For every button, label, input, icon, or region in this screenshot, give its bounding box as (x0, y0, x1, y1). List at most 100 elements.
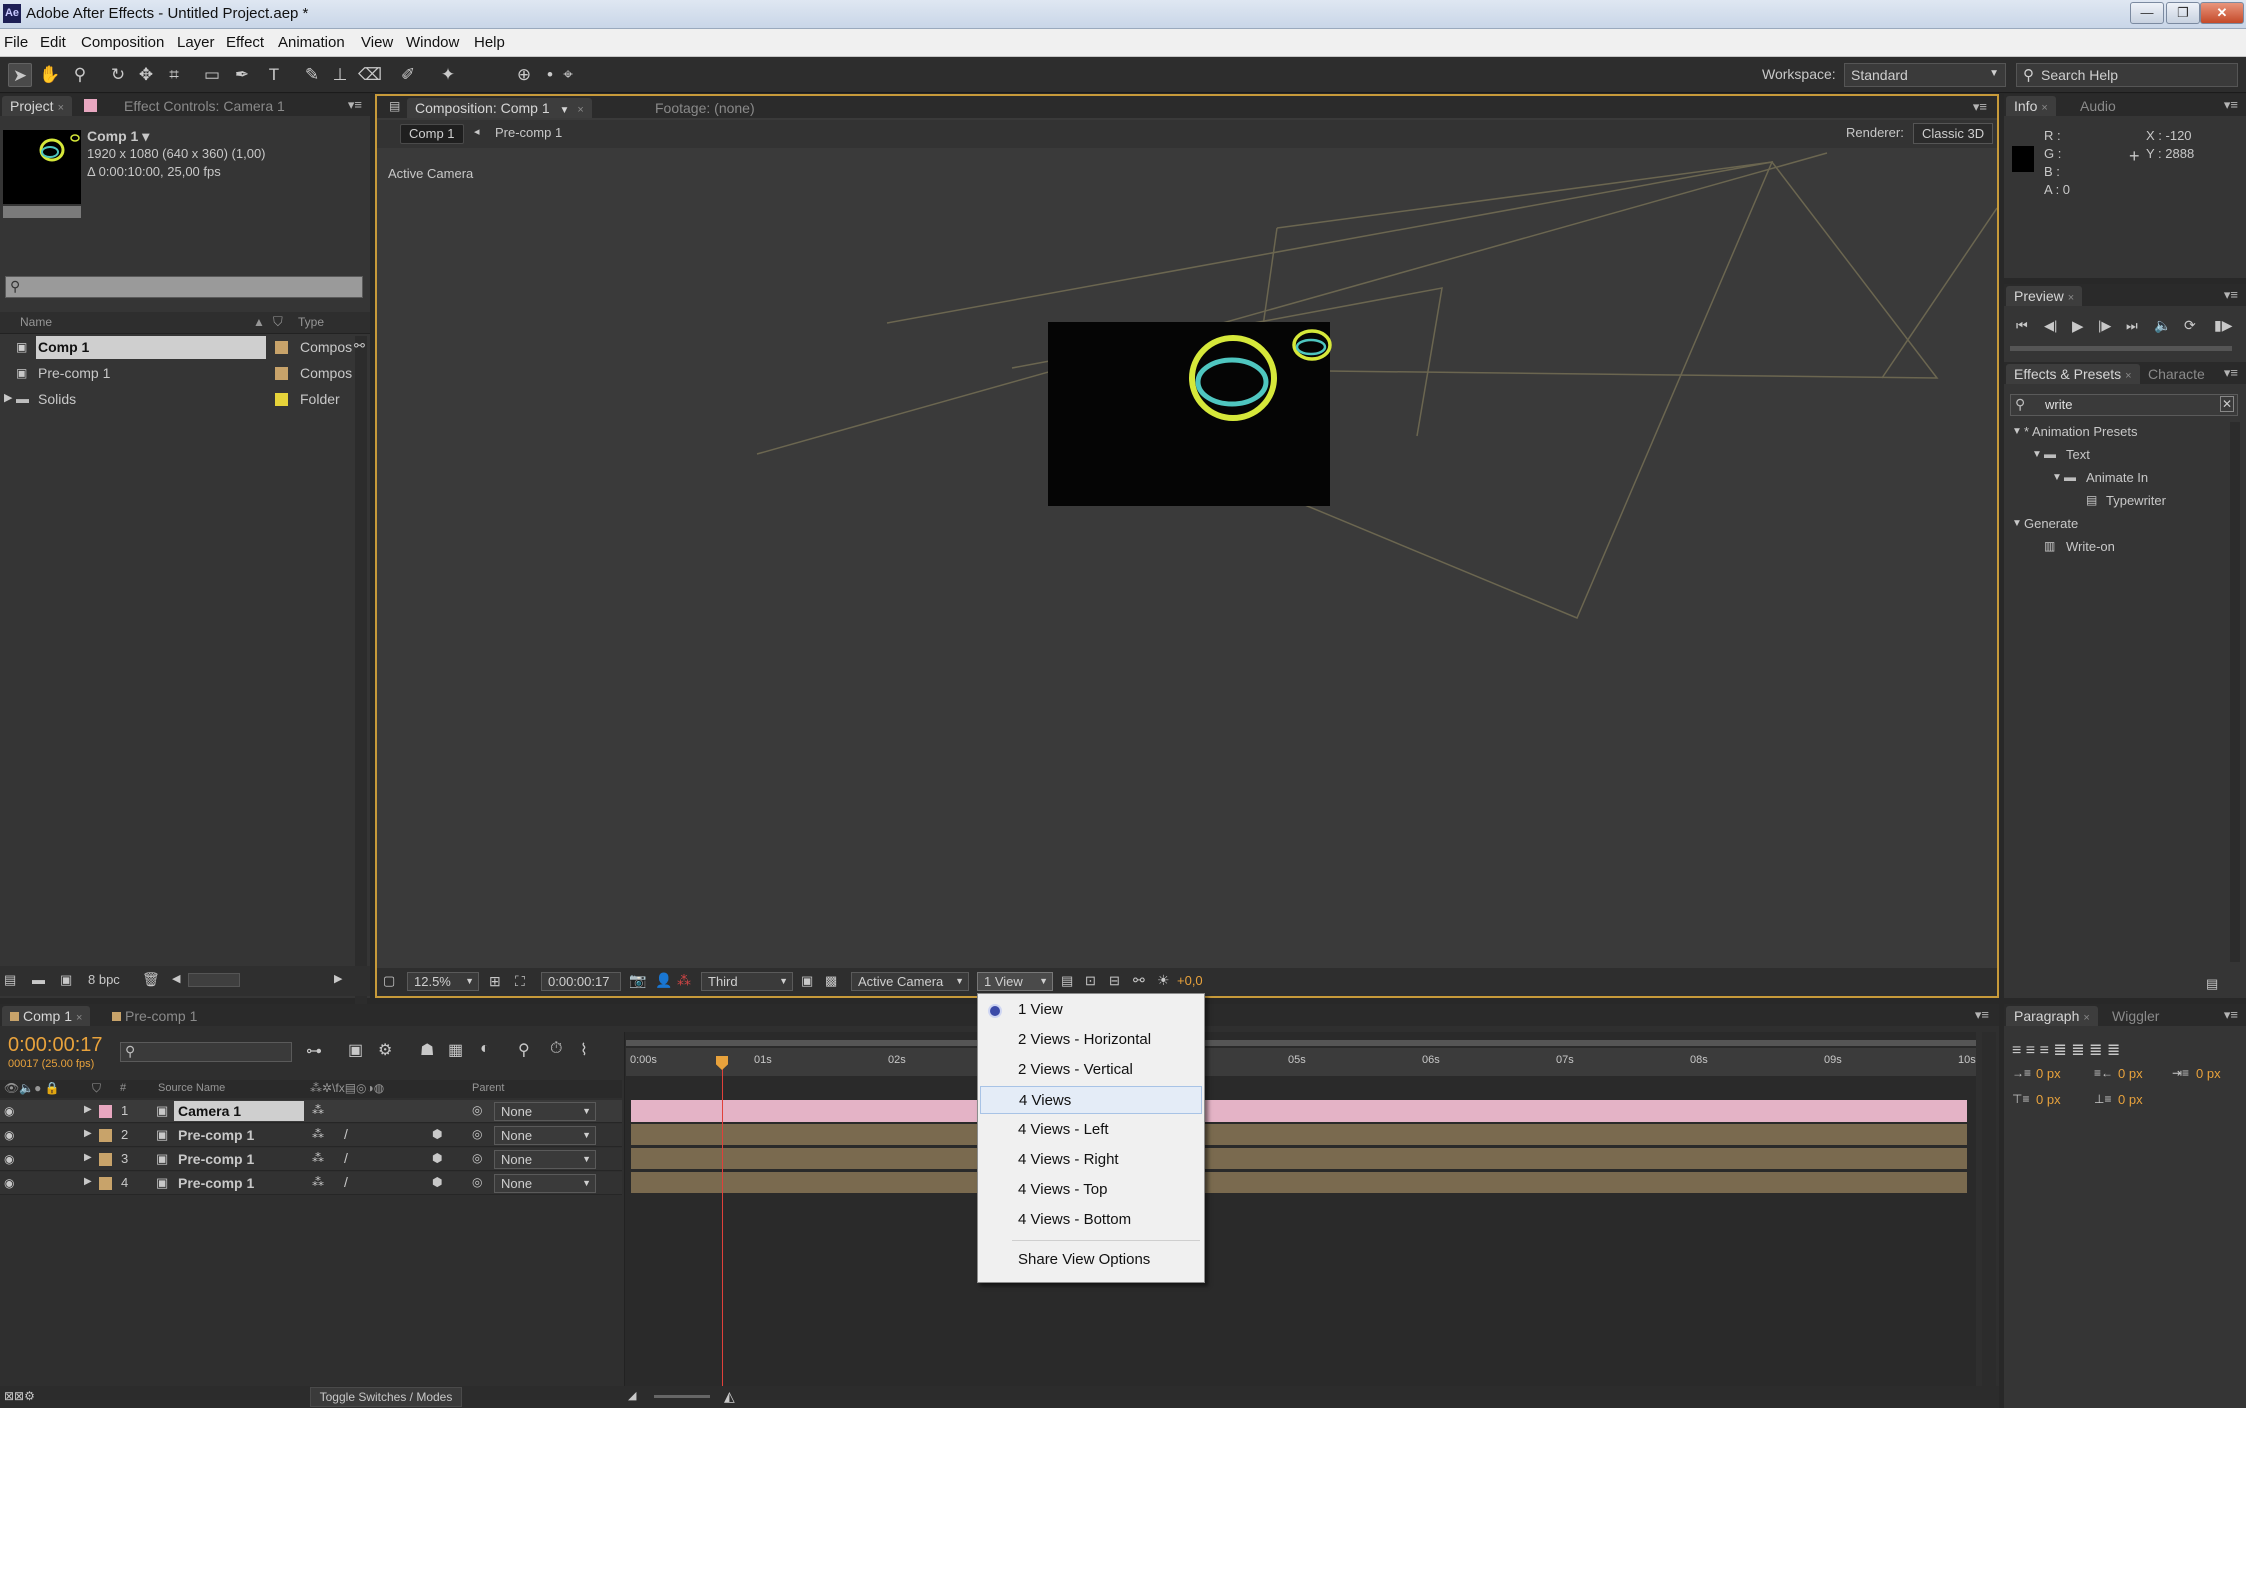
column-source-name[interactable]: Source Name (158, 1082, 225, 1094)
timeline-timecode[interactable]: 0:00:00:17 (8, 1034, 103, 1057)
play-icon[interactable]: ▶ (2072, 317, 2084, 335)
pan-behind-tool-icon[interactable]: ⌗ (162, 63, 186, 87)
expand-switches-icon[interactable]: ⊠⊠⚙ (4, 1389, 35, 1403)
menu-view[interactable]: View (361, 34, 393, 51)
frame-blending-icon[interactable]: ▦ (448, 1040, 463, 1060)
timeline-search-input[interactable]: ⚲ (120, 1042, 292, 1062)
fast-previews-icon[interactable]: ⊡ (1085, 973, 1096, 989)
disclosure-triangle-icon[interactable]: ▼ (2032, 449, 2042, 460)
zoom-in-icon[interactable]: ◭ (724, 1388, 735, 1405)
motion-blur-icon[interactable]: ◐ (480, 1040, 490, 1058)
tab-timeline-precomp[interactable]: Pre-comp 1 (104, 1006, 205, 1026)
menu-item-2-views-horizontal[interactable]: 2 Views - Horizontal (980, 1026, 1202, 1054)
zoom-slider[interactable] (654, 1395, 710, 1398)
layer-label-swatch[interactable] (99, 1105, 112, 1118)
current-time-display[interactable]: 0:00:00:17 (541, 972, 621, 991)
timeline-icon[interactable]: ⊟ (1109, 973, 1120, 989)
menu-item-4-views-bottom[interactable]: 4 Views - Bottom (980, 1206, 1202, 1234)
shy-switch-icon[interactable]: ⁂ (312, 1151, 324, 1165)
view-axis-icon[interactable]: ⌖ (556, 63, 580, 87)
workspace-select[interactable]: Standard ▼ (1844, 63, 2006, 87)
zoom-tool-icon[interactable]: ⚲ (68, 63, 92, 87)
panel-menu-icon[interactable]: ▾≡ (1973, 99, 1987, 115)
tab-effects-presets[interactable]: Effects & Presets × (2006, 364, 2140, 384)
project-search-input[interactable]: ⚲ (5, 276, 363, 298)
menu-help[interactable]: Help (474, 34, 505, 51)
close-icon[interactable]: × (2068, 292, 2074, 304)
roto-brush-tool-icon[interactable]: ✐ (396, 63, 420, 87)
panel-menu-icon[interactable]: ▾≡ (2224, 97, 2238, 113)
chevron-down-icon[interactable]: ▼ (560, 105, 570, 116)
effects-scrollbar[interactable] (2230, 422, 2240, 962)
visibility-eye-icon[interactable]: ◉ (4, 1176, 14, 1190)
column-type[interactable]: Type (298, 315, 324, 329)
comp-info-name[interactable]: Comp 1 ▾ (87, 128, 149, 145)
close-icon[interactable]: × (58, 102, 64, 114)
layer-name[interactable]: Pre-comp 1 (178, 1175, 254, 1191)
disclosure-triangle-icon[interactable]: ▶ (84, 1152, 92, 1163)
project-item[interactable]: ▣ Comp 1 Compos (0, 336, 355, 359)
resolution-select[interactable]: Third ▼ (701, 972, 793, 991)
first-frame-icon[interactable]: ⏮ (2016, 318, 2028, 334)
quality-switch-icon[interactable]: / (344, 1174, 348, 1190)
effects-tree-item[interactable]: * Animation Presets (2024, 424, 2137, 439)
loop-icon[interactable]: ⟳ (2184, 317, 2196, 334)
zoom-out-icon[interactable]: ◢ (628, 1389, 636, 1402)
menu-window[interactable]: Window (406, 34, 459, 51)
parent-select[interactable]: None ▼ (494, 1174, 596, 1193)
brainstorm-icon[interactable]: ⏱ (550, 1040, 562, 1058)
clear-search-icon[interactable]: ✕ (2220, 396, 2234, 412)
rectangle-tool-icon[interactable]: ▭ (200, 63, 224, 87)
close-icon[interactable]: × (2125, 370, 2131, 382)
av-features-icon[interactable]: 👁🔈● 🔒 (4, 1081, 60, 1095)
eraser-tool-icon[interactable]: ⌫ (358, 63, 382, 87)
transparency-grid-icon[interactable]: ▩ (825, 973, 837, 989)
new-bin-icon[interactable]: ▤ (2206, 976, 2218, 992)
disclosure-triangle-icon[interactable]: ▶ (84, 1176, 92, 1187)
puppet-tool-icon[interactable]: ✦ (436, 63, 460, 87)
clone-stamp-tool-icon[interactable]: ⊥ (328, 63, 352, 87)
label-color[interactable] (275, 393, 288, 406)
horizontal-scrollbar[interactable] (188, 973, 240, 987)
precomp-layer-bar[interactable] (631, 1148, 1967, 1170)
tab-timeline-comp1[interactable]: Comp 1 × (2, 1006, 91, 1026)
indent-left-value[interactable]: 0 px (2036, 1066, 2061, 1081)
layer-name[interactable]: Pre-comp 1 (178, 1151, 254, 1167)
panel-menu-icon[interactable]: ▾≡ (2224, 287, 2238, 303)
disclosure-triangle-icon[interactable]: ▼ (2052, 472, 2062, 483)
project-scrollbar[interactable] (355, 336, 367, 1056)
hide-shy-layers-icon[interactable]: ☗ (420, 1040, 434, 1060)
snapshot-icon[interactable]: 📷 (629, 972, 646, 989)
label-color[interactable] (275, 341, 288, 354)
column-number[interactable]: # (120, 1082, 126, 1094)
selection-tool-icon[interactable]: ➤ (8, 63, 32, 87)
pick-whip-icon[interactable]: ◎ (472, 1151, 482, 1165)
next-frame-icon[interactable]: |▶ (2098, 318, 2111, 334)
new-folder-icon[interactable]: ▬ (32, 972, 45, 987)
flowchart-icon[interactable]: ⚯ (1133, 972, 1145, 989)
tab-footage[interactable]: Footage: (none) (647, 98, 763, 118)
exposure-value[interactable]: +0,0 (1177, 973, 1203, 988)
layer-label-swatch[interactable] (99, 1153, 112, 1166)
camera-view-select[interactable]: Active Camera ▼ (851, 972, 969, 991)
effects-tree-item[interactable]: Generate (2024, 516, 2078, 531)
table-row[interactable]: ◉ ▶ 2 ▣ Pre-comp 1 ⁂ / ⬢ ◎ None ▼ (0, 1124, 622, 1147)
visibility-eye-icon[interactable]: ◉ (4, 1152, 14, 1166)
disclosure-triangle-icon[interactable]: ▶ (4, 391, 12, 404)
menu-item-4-views[interactable]: 4 Views (980, 1086, 1202, 1114)
time-graph[interactable] (624, 1032, 1976, 1392)
tab-info[interactable]: Info × (2006, 96, 2056, 116)
switches-icon[interactable]: ⁂✲\fx▤◎◑◍ (310, 1081, 384, 1095)
toggle-pixel-aspect-icon[interactable]: ▤ (1061, 973, 1073, 989)
effects-tree-item[interactable]: Text (2066, 447, 2090, 462)
label-tag-icon[interactable]: ⛉ (92, 1081, 101, 1096)
tab-preview[interactable]: Preview × (2006, 286, 2083, 306)
show-snapshot-icon[interactable]: 👤 (655, 972, 672, 989)
menu-layer[interactable]: Layer (177, 34, 215, 51)
precomp-layer-bar[interactable] (631, 1124, 1967, 1146)
disclosure-triangle-icon[interactable]: ▶ (84, 1104, 92, 1115)
hand-tool-icon[interactable]: ✋ (38, 63, 62, 87)
menu-item-4-views-top[interactable]: 4 Views - Top (980, 1176, 1202, 1204)
panel-menu-icon[interactable]: ▾≡ (1975, 1007, 1989, 1023)
layer-label-swatch[interactable] (99, 1177, 112, 1190)
